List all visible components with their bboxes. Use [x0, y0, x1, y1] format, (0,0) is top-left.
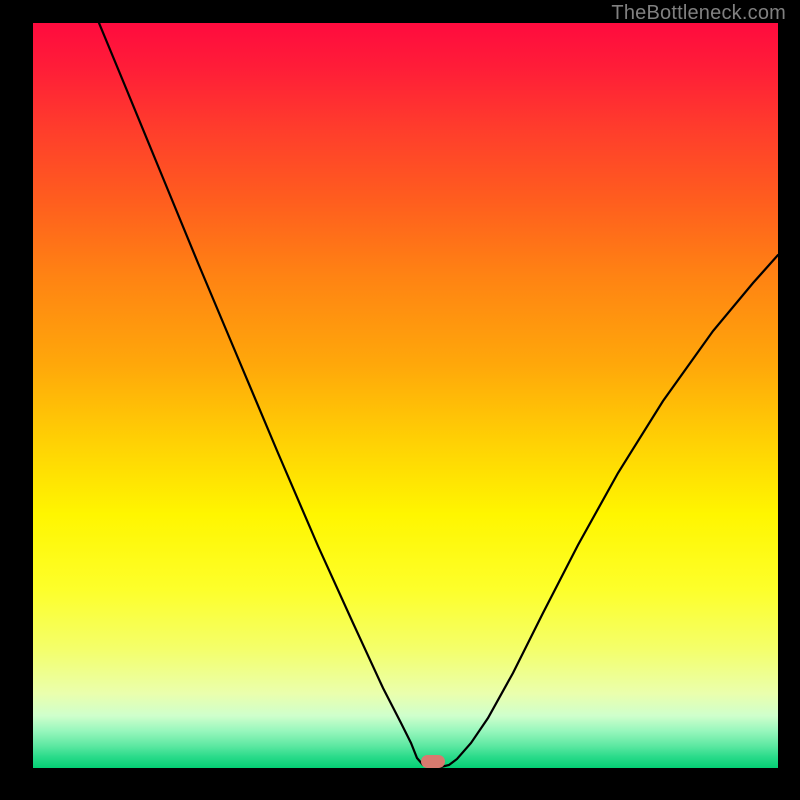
optimal-point-marker [421, 755, 445, 768]
chart-frame: TheBottleneck.com [0, 0, 800, 800]
plot-area [33, 23, 778, 768]
bottom-border [33, 768, 778, 777]
watermark-text: TheBottleneck.com [611, 2, 786, 25]
